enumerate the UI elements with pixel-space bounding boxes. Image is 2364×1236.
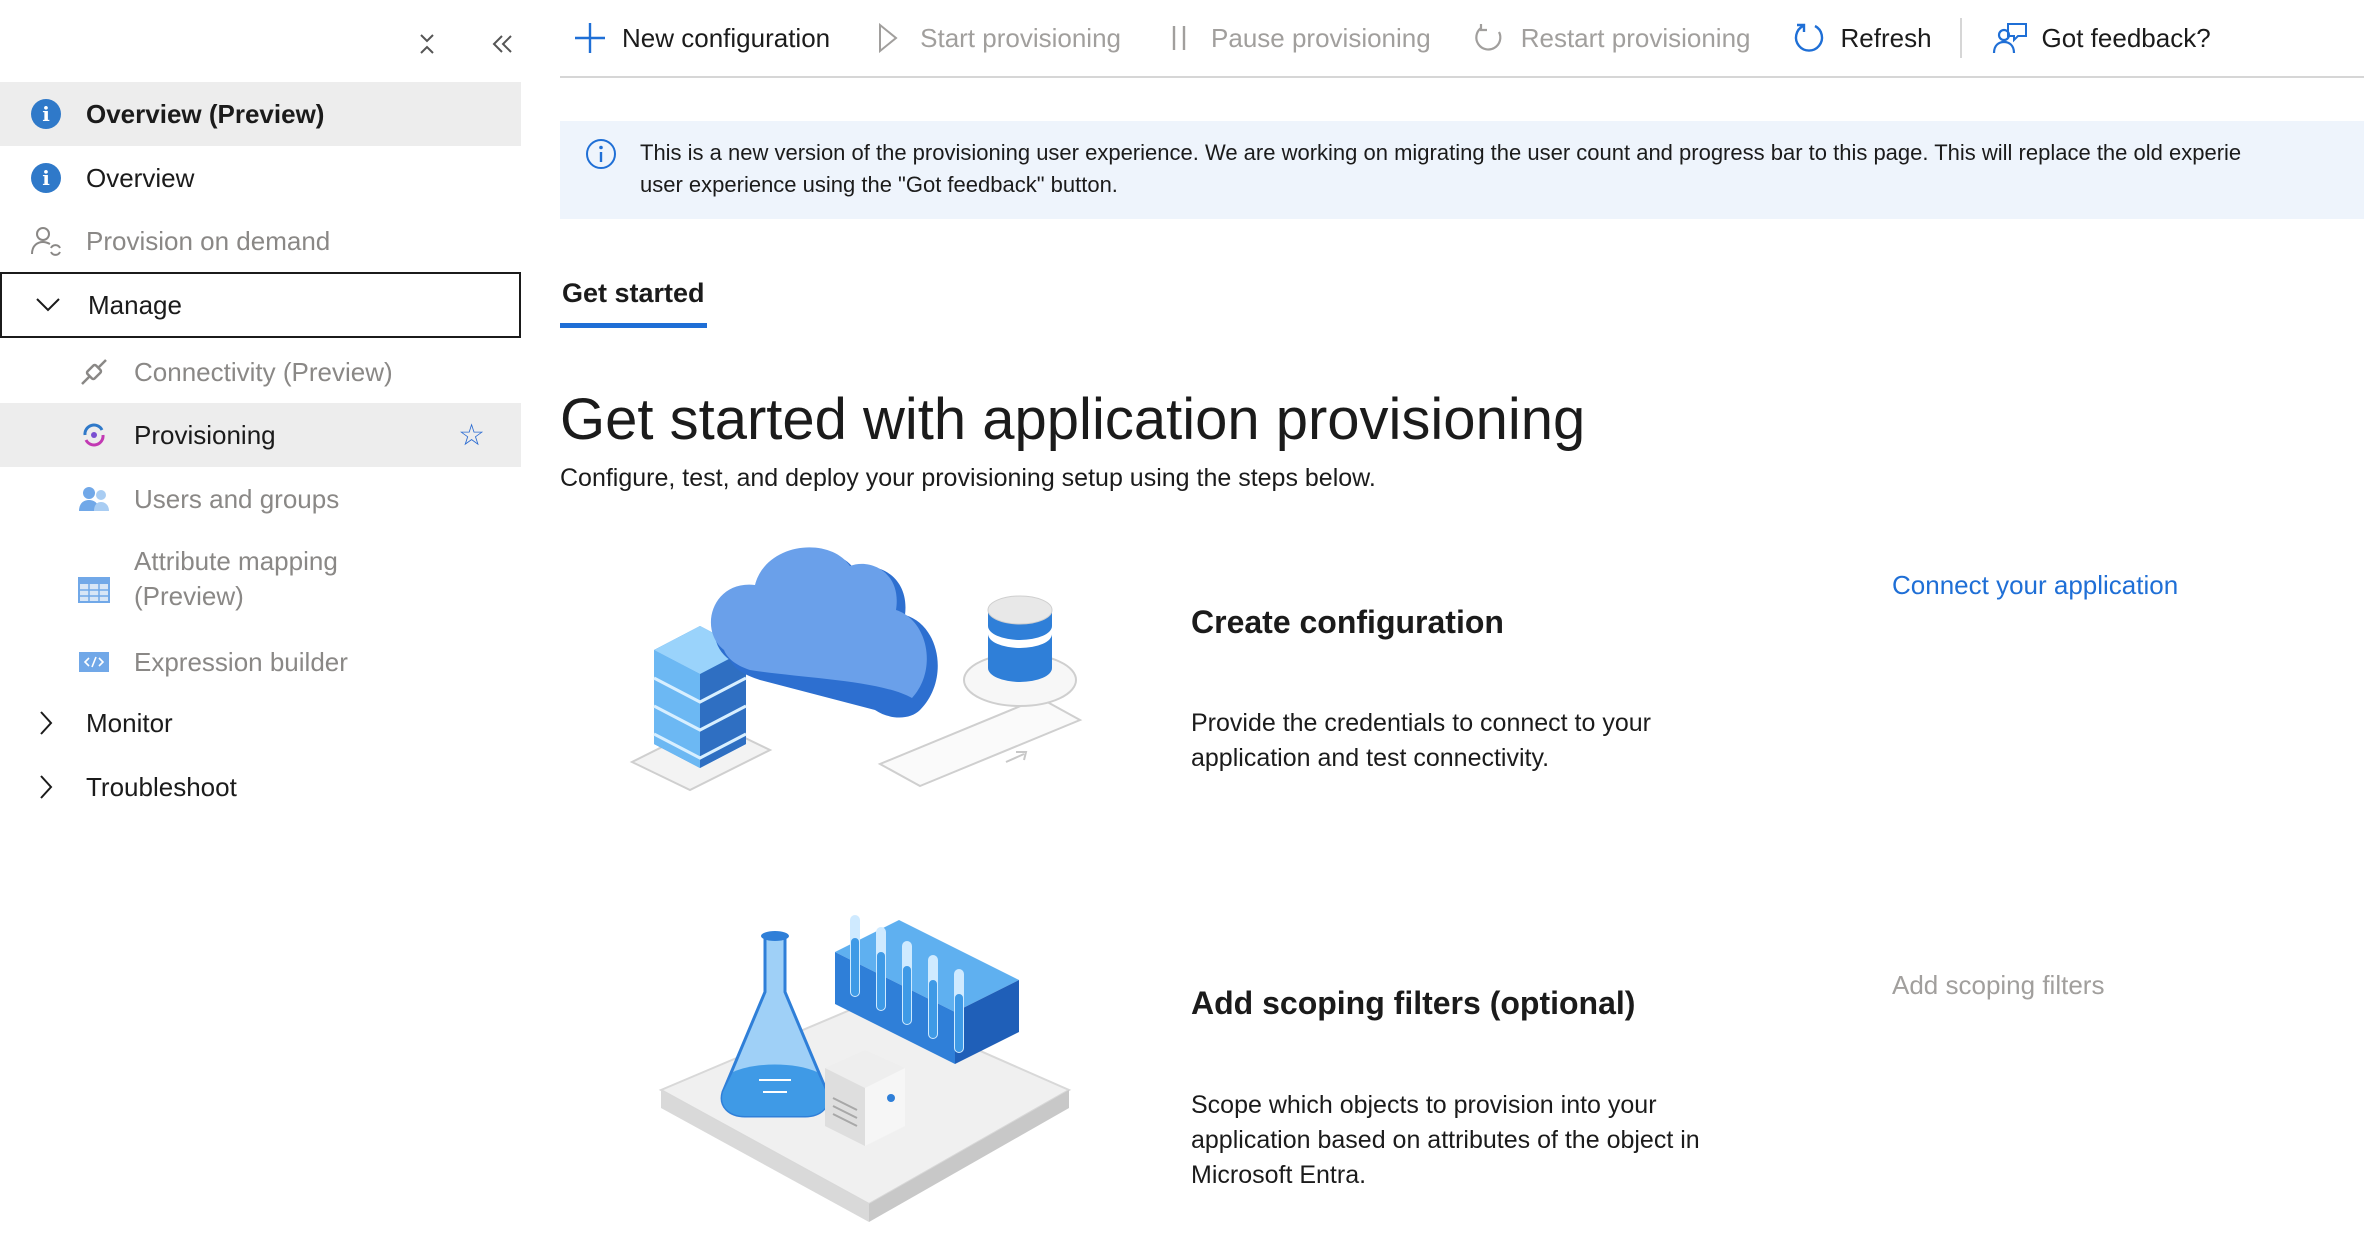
sidebar-item-connectivity[interactable]: Connectivity (Preview) xyxy=(0,340,521,404)
sidebar-item-overview[interactable]: i Overview xyxy=(0,146,521,210)
tab-get-started[interactable]: Get started xyxy=(560,272,707,328)
restart-icon xyxy=(1469,18,1509,58)
sidebar-item-label: Provisioning xyxy=(134,419,276,450)
chevron-right-icon xyxy=(28,769,64,805)
restart-provisioning-button[interactable]: Restart provisioning xyxy=(1459,8,1761,68)
info-icon: i xyxy=(28,160,64,196)
step-1-desc-line-1: Provide the credentials to connect to yo… xyxy=(1191,709,1651,737)
plug-icon xyxy=(76,354,112,390)
new-configuration-label: New configuration xyxy=(622,22,831,53)
sidebar-item-users-and-groups[interactable]: Users and groups xyxy=(0,467,521,531)
sidebar-item-label: Expression builder xyxy=(134,646,348,677)
feedback-icon xyxy=(1990,18,2030,58)
sidebar-item-label: Provision on demand xyxy=(86,225,331,256)
favorite-star-icon[interactable]: ☆ xyxy=(458,418,485,453)
restart-provisioning-label: Restart provisioning xyxy=(1520,22,1751,53)
play-icon xyxy=(868,18,908,58)
lab-flask-illustration xyxy=(655,912,1075,1227)
chevron-down-icon xyxy=(30,287,66,323)
refresh-label: Refresh xyxy=(1840,22,1932,53)
sidebar-item-label-line2: (Preview) xyxy=(134,581,244,611)
refresh-icon xyxy=(1789,18,1829,58)
start-provisioning-button[interactable]: Start provisioning xyxy=(858,8,1131,68)
step-1-desc-line-2: application and test connectivity. xyxy=(1191,744,1550,772)
sidebar-controls xyxy=(410,24,520,64)
step-1-description: Provide the credentials to connect to yo… xyxy=(1191,706,1751,776)
banner-line-2: user experience using the "Got feedback"… xyxy=(640,172,1118,197)
pause-provisioning-button[interactable]: Pause provisioning xyxy=(1149,8,1441,68)
sidebar-item-label: Connectivity (Preview) xyxy=(134,356,393,387)
sidebar-item-label-wrap: Attribute mapping (Preview) xyxy=(134,544,338,614)
info-icon: i xyxy=(28,96,64,132)
collapse-vertical-icon[interactable] xyxy=(410,24,444,64)
toolbar-divider xyxy=(1959,18,1962,58)
step-2-description: Scope which objects to provision into yo… xyxy=(1191,1088,1751,1193)
banner-message: This is a new version of the provisionin… xyxy=(640,137,2241,219)
sidebar-item-overview-preview[interactable]: i Overview (Preview) xyxy=(0,82,521,146)
info-banner: This is a new version of the provisionin… xyxy=(560,121,2364,219)
step-1-title: Create configuration xyxy=(1191,604,1504,640)
user-sync-icon xyxy=(28,223,64,259)
refresh-button[interactable]: Refresh xyxy=(1779,8,1942,68)
sidebar-item-label: Manage xyxy=(88,289,182,320)
double-chevron-left-icon[interactable] xyxy=(486,24,520,64)
page-subtitle: Configure, test, and deploy your provisi… xyxy=(560,464,1376,492)
chevron-right-icon xyxy=(28,705,64,741)
tab-strip: Get started xyxy=(560,272,707,328)
step-2-desc-line-1: Scope which objects to provision into yo… xyxy=(1191,1091,1657,1119)
code-icon xyxy=(76,644,112,680)
sidebar-item-label: Overview xyxy=(86,162,195,193)
left-navigation: i Overview (Preview) i Overview Provisio… xyxy=(0,0,521,1236)
provisioning-icon xyxy=(76,417,112,453)
got-feedback-label: Got feedback? xyxy=(2041,22,2211,53)
sidebar-item-label: Attribute mapping xyxy=(134,546,338,576)
page-title: Get started with application provisionin… xyxy=(560,387,1586,452)
sidebar-item-label: Overview (Preview) xyxy=(86,98,325,129)
pause-icon xyxy=(1159,18,1199,58)
step-2-title: Add scoping filters (optional) xyxy=(1191,985,1636,1021)
cloud-server-illustration xyxy=(620,530,1100,815)
sidebar-group-monitor[interactable]: Monitor xyxy=(0,691,521,755)
sidebar-item-attribute-mapping[interactable]: Attribute mapping (Preview) xyxy=(0,530,521,628)
step-2-desc-line-3: Microsoft Entra. xyxy=(1191,1161,1367,1189)
start-provisioning-label: Start provisioning xyxy=(920,22,1122,53)
plus-icon xyxy=(570,18,610,58)
sidebar-item-label: Monitor xyxy=(86,707,173,738)
add-scoping-filters-link[interactable]: Add scoping filters xyxy=(1892,970,2104,1001)
step-2-desc-line-2: application based on attributes of the o… xyxy=(1191,1126,1700,1154)
table-icon xyxy=(76,572,112,608)
banner-line-1: This is a new version of the provisionin… xyxy=(640,140,2242,165)
got-feedback-button[interactable]: Got feedback? xyxy=(1980,8,2221,68)
new-configuration-button[interactable]: New configuration xyxy=(560,8,840,68)
sidebar-item-label: Troubleshoot xyxy=(86,771,237,802)
sidebar-group-troubleshoot[interactable]: Troubleshoot xyxy=(0,755,521,819)
sidebar-item-label: Users and groups xyxy=(134,483,340,514)
pause-provisioning-label: Pause provisioning xyxy=(1211,22,1431,53)
users-icon xyxy=(76,481,112,517)
command-bar: New configuration Start provisioning Pau… xyxy=(560,0,2364,78)
info-outline-icon xyxy=(584,137,618,171)
connect-your-application-link[interactable]: Connect your application xyxy=(1892,570,2178,601)
sidebar-item-provisioning[interactable]: Provisioning ☆ xyxy=(0,403,521,467)
sidebar-group-manage[interactable]: Manage xyxy=(0,272,521,338)
sidebar-item-expression-builder[interactable]: Expression builder xyxy=(0,630,521,694)
sidebar-item-provision-on-demand[interactable]: Provision on demand xyxy=(0,209,521,273)
